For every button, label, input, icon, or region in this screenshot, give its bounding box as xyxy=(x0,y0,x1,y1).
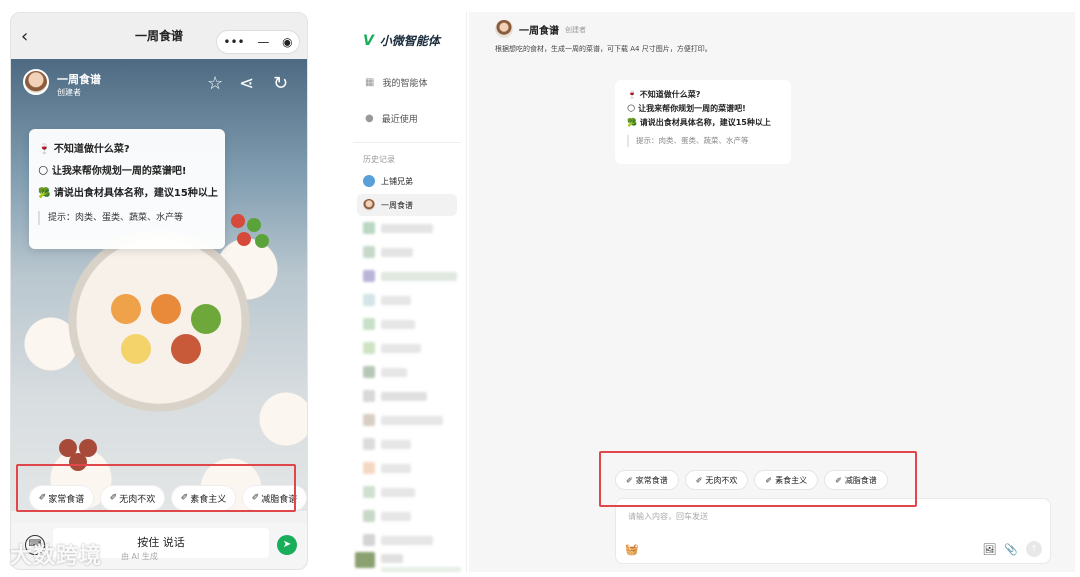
blurred-avatar xyxy=(355,552,375,568)
blurred-label xyxy=(381,536,433,545)
mini-program-capsule: ••• — ◉ xyxy=(216,30,300,54)
prompt-line: 🍷 不知道做什么菜? xyxy=(38,144,130,155)
chat-input-placeholder[interactable]: 请输入内容，回车发送 xyxy=(628,511,708,522)
blurred-avatar xyxy=(363,294,375,306)
agent-header: 一周食谱 创建者 ☆ ⋖ ↻ xyxy=(11,59,307,109)
prompt-line: 🌕 让我来帮你规划一周的菜谱吧! xyxy=(38,166,187,177)
history-title: 历史记录 xyxy=(363,155,395,164)
highlight-box xyxy=(599,451,917,507)
sidebar-item-recent[interactable]: ● 最近使用 xyxy=(365,112,418,125)
close-icon[interactable]: ◉ xyxy=(282,35,292,49)
agent-description: 根据想吃的食材，生成一周的菜谱，可下载 A4 尺寸图片，方便打印。 xyxy=(495,45,712,53)
refresh-icon[interactable]: ↻ xyxy=(273,73,288,94)
blurred-label xyxy=(381,554,403,563)
chat-input-box[interactable]: 请输入内容，回车发送 🧺 🖼 📎 ↑ xyxy=(615,498,1051,564)
attach-icon[interactable]: 📎 xyxy=(1004,543,1018,556)
blurred-avatar xyxy=(363,414,375,426)
blurred-label xyxy=(381,512,411,521)
history-item-label: 上铺兄弟 xyxy=(381,176,413,186)
send-icon[interactable]: ↑ xyxy=(1026,541,1042,557)
sidebar-item-label: 最近使用 xyxy=(381,115,418,125)
blurred-avatar xyxy=(363,366,375,378)
blurred-label xyxy=(381,440,411,449)
more-icon[interactable]: ••• xyxy=(223,35,244,49)
food-decoration xyxy=(111,294,141,324)
sidebar-item-label: 我的智能体 xyxy=(382,79,428,89)
blurred-avatar xyxy=(363,390,375,402)
blurred-label xyxy=(381,248,413,257)
prompt-line: 🥦 请说出食材具体名称，建议15种以上 xyxy=(38,188,218,199)
ai-generated-note: 由 AI 生成 xyxy=(121,552,158,561)
blurred-label xyxy=(381,464,411,473)
basket-icon[interactable]: 🧺 xyxy=(625,543,639,556)
share-icon[interactable]: ⋖ xyxy=(239,73,254,94)
send-icon[interactable]: ➤ xyxy=(277,535,297,555)
blurred-avatar xyxy=(363,510,375,522)
blurred-label xyxy=(381,416,443,425)
avatar xyxy=(363,175,375,187)
agent-role: 创建者 xyxy=(565,26,586,34)
history-item-label: 一周食谱 xyxy=(381,200,413,210)
blurred-avatar xyxy=(363,246,375,258)
sidebar: V 小微智能体 ▦ 我的智能体 ● 最近使用 历史记录 上铺兄弟 一周食谱 xyxy=(345,12,467,572)
sidebar-item-my-agents[interactable]: ▦ 我的智能体 xyxy=(365,76,427,89)
history-item[interactable]: 上铺兄弟 xyxy=(357,170,457,192)
minimize-icon[interactable]: — xyxy=(257,35,269,49)
blurred-avatar xyxy=(363,270,375,282)
food-decoration xyxy=(231,214,245,228)
highlight-box xyxy=(16,464,296,512)
blurred-avatar xyxy=(363,462,375,474)
avatar xyxy=(495,20,513,38)
blurred-label xyxy=(381,224,433,233)
food-decoration xyxy=(59,439,77,457)
agent-name: 一周食谱 xyxy=(57,73,101,86)
prompt-hint: 提示：肉类、蛋类、蔬菜、水产等 xyxy=(627,135,779,147)
avatar xyxy=(363,199,375,211)
input-tools: 🖼 📎 ↑ xyxy=(982,541,1042,557)
clock-icon: ● xyxy=(365,113,374,124)
blurred-avatar xyxy=(363,222,375,234)
blurred-avatar xyxy=(363,534,375,546)
brand: V 小微智能体 xyxy=(363,32,440,49)
prompt-line: 🌕 让我来帮你规划一周的菜谱吧! xyxy=(627,104,746,113)
blurred-label xyxy=(381,392,427,401)
history-item-active[interactable]: 一周食谱 xyxy=(357,194,457,216)
divider xyxy=(353,142,461,143)
blurred-label xyxy=(381,488,415,497)
agent-role: 创建者 xyxy=(57,88,81,97)
blurred-label xyxy=(381,567,461,572)
blurred-avatar xyxy=(363,486,375,498)
brand-logo-icon: V xyxy=(363,32,374,49)
prompt-line: 🍷 不知道做什么菜? xyxy=(627,90,701,99)
chat-header: 一周食谱 创建者 根据想吃的食材，生成一周的菜谱，可下载 A4 尺寸图片，方便打… xyxy=(469,12,1075,66)
welcome-prompt-card: 🍷 不知道做什么菜? 🌕 让我来帮你规划一周的菜谱吧! 🥦 请说出食材具体名称，… xyxy=(29,129,225,249)
blurred-label xyxy=(381,296,411,305)
grid-icon: ▦ xyxy=(365,77,375,88)
blurred-label xyxy=(381,368,407,377)
blurred-avatar xyxy=(363,318,375,330)
food-illustration xyxy=(11,59,307,511)
watermark-logo: 大数跨境 xyxy=(10,544,103,569)
prompt-line: 🥦 请说出食材具体名称，建议15种以上 xyxy=(627,118,771,127)
avatar xyxy=(23,69,49,95)
blurred-label xyxy=(381,320,415,329)
prompt-hint: 提示：肉类、蛋类、蔬菜、水产等 xyxy=(38,211,216,225)
brand-name: 小微智能体 xyxy=(379,34,440,48)
star-icon[interactable]: ☆ xyxy=(207,73,223,94)
blurred-label xyxy=(381,272,457,281)
welcome-prompt-card: 🍷 不知道做什么菜? 🌕 让我来帮你规划一周的菜谱吧! 🥦 请说出食材具体名称，… xyxy=(615,80,791,164)
blurred-avatar xyxy=(363,342,375,354)
agent-name: 一周食谱 xyxy=(519,26,559,37)
image-icon[interactable]: 🖼 xyxy=(982,543,996,556)
blurred-avatar xyxy=(363,438,375,450)
blurred-label xyxy=(381,344,421,353)
